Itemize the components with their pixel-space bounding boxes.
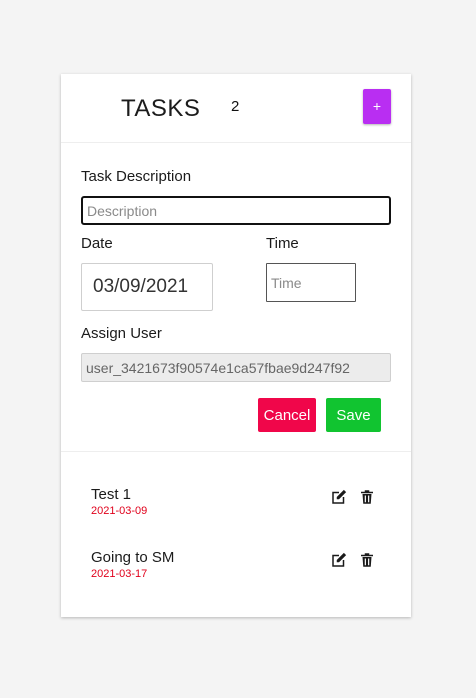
description-label: Task Description [81,168,192,185]
assign-user-label: Assign User [81,325,162,342]
save-button[interactable]: Save [326,398,381,432]
tasks-card: TASKS 2 + Task Description Date 03/09/20… [61,74,411,617]
page-title: TASKS [121,95,201,122]
date-label: Date [81,235,113,252]
list-item: Test 1 2021-03-09 [61,486,411,526]
task-date: 2021-03-09 [91,505,148,517]
tasks-header: TASKS 2 + [61,74,411,143]
task-count: 2 [231,98,240,115]
add-task-button[interactable]: + [363,89,391,124]
cancel-button[interactable]: Cancel [258,398,316,432]
list-item: Going to SM 2021-03-17 [61,549,411,589]
time-label: Time [266,235,299,252]
task-name: Test 1 [91,486,132,503]
edit-icon[interactable] [330,551,348,569]
date-field[interactable]: 03/09/2021 [81,263,213,311]
trash-icon[interactable] [358,488,376,506]
task-form: Task Description Date 03/09/2021 Time As… [61,143,411,452]
time-input[interactable] [266,263,356,302]
description-input[interactable] [81,196,391,225]
task-name: Going to SM [91,549,175,566]
assign-user-field[interactable] [81,353,391,382]
trash-icon[interactable] [358,551,376,569]
edit-icon[interactable] [330,488,348,506]
task-date: 2021-03-17 [91,568,148,580]
